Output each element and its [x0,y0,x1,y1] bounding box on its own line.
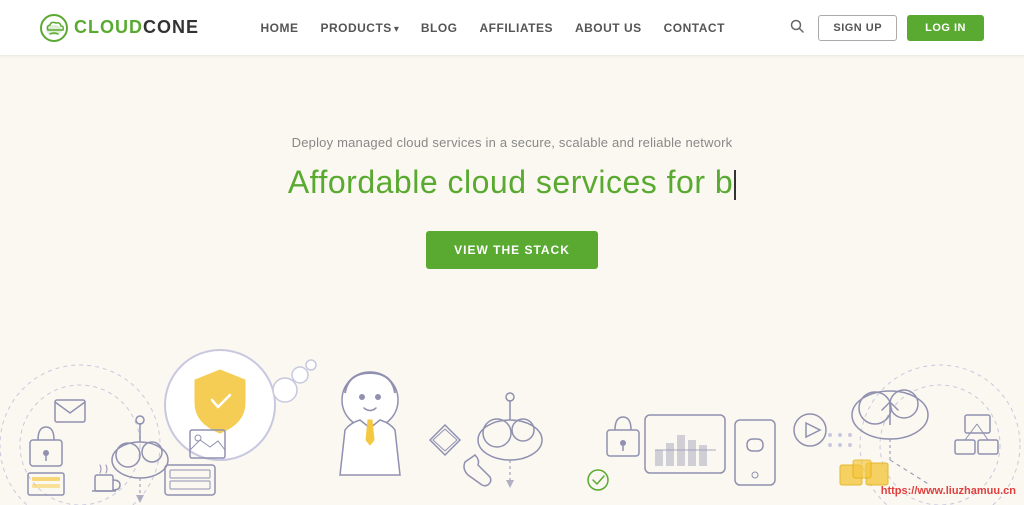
hero-section: Deploy managed cloud services in a secur… [0,55,1024,505]
nav-item-home[interactable]: HOME [260,19,298,37]
hero-illustration [0,245,1024,505]
hero-subtitle: Deploy managed cloud services in a secur… [292,135,733,150]
watermark: https://www.liuzhamuu.cn [881,485,1016,497]
typing-cursor [734,170,736,200]
nav-item-contact[interactable]: CONTACT [664,19,725,37]
nav-item-products[interactable]: PRODUCTS [320,19,398,37]
logo[interactable]: CLOUDCONE [40,14,199,42]
cloudcone-logo-icon [40,14,68,42]
search-icon [790,19,804,33]
signup-button[interactable]: SIGN UP [818,15,897,41]
nav-item-about[interactable]: ABOUT US [575,19,642,37]
nav-actions: SIGN UP LOG IN [786,15,984,41]
navbar: CLOUDCONE HOME PRODUCTS BLOG AFFILIATES … [0,0,1024,55]
nav-item-blog[interactable]: BLOG [421,19,458,37]
nav-menu: HOME PRODUCTS BLOG AFFILIATES ABOUT US C… [260,19,724,37]
login-button[interactable]: LOG IN [907,15,984,41]
logo-text: CLOUDCONE [74,17,199,38]
search-button[interactable] [786,15,808,40]
nav-item-affiliates[interactable]: AFFILIATES [480,19,553,37]
hero-title: Affordable cloud services for b [288,164,736,201]
